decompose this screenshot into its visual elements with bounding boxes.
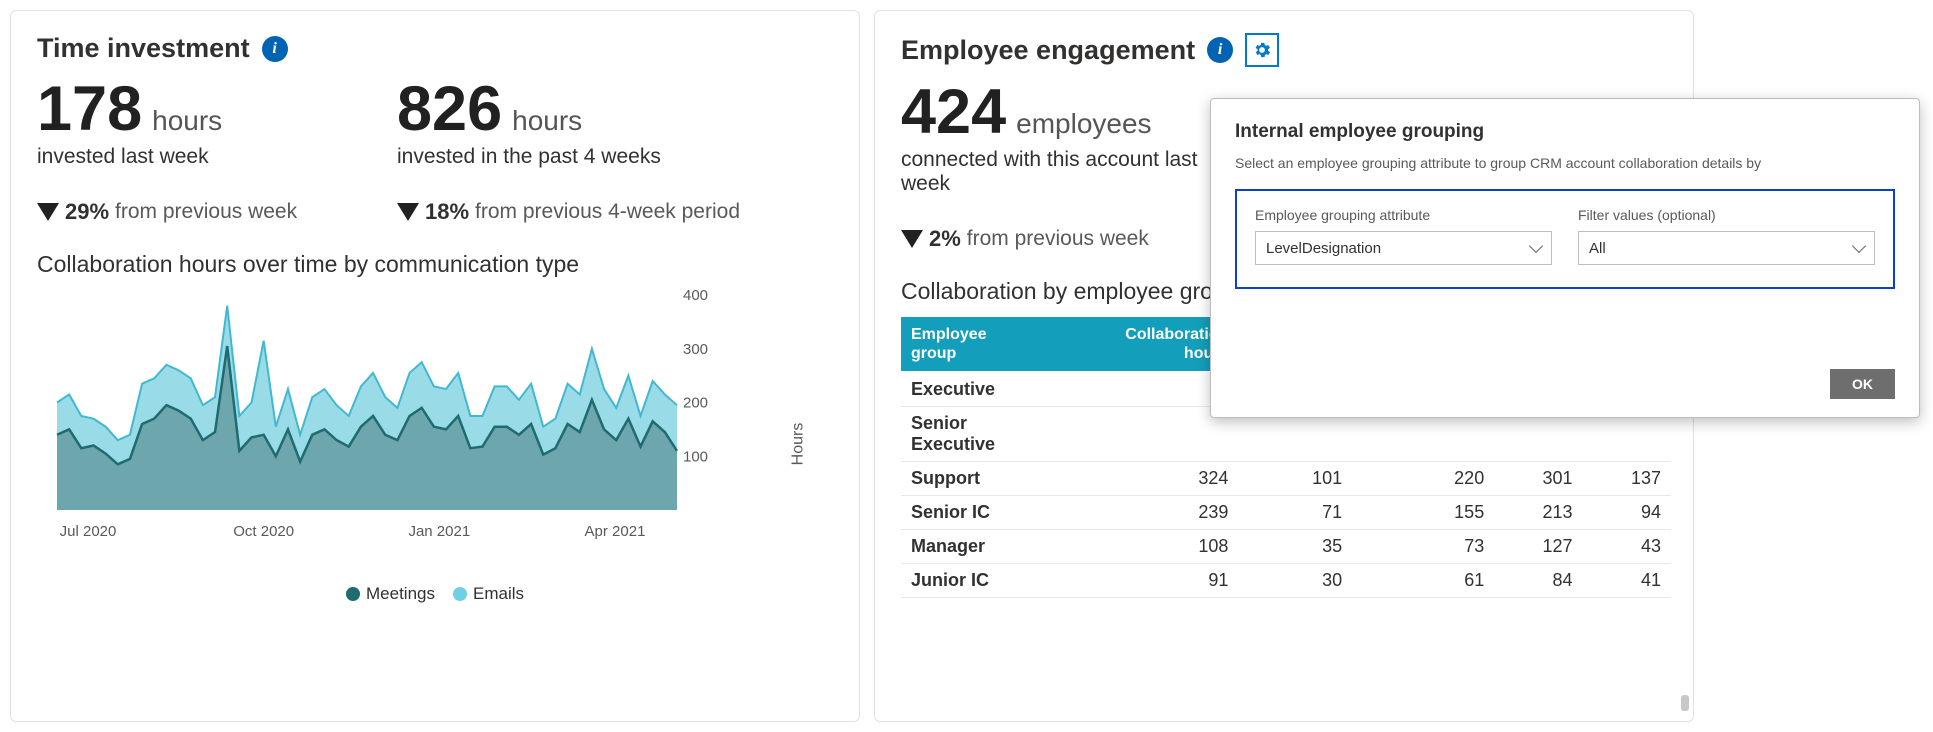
eng-metric-number: 424 xyxy=(901,81,1006,144)
svg-text:200: 200 xyxy=(683,395,708,412)
filter-label: Filter values (optional) xyxy=(1578,207,1875,223)
cell-value: 30 xyxy=(1238,564,1352,598)
down-triangle-icon xyxy=(397,203,419,221)
metric-hours-last-week: 178 hours invested last week xyxy=(37,78,337,169)
chart-title: Collaboration hours over time by communi… xyxy=(37,251,833,278)
cell-value: 137 xyxy=(1583,462,1671,496)
info-icon[interactable]: i xyxy=(262,36,288,62)
cell-value: 220 xyxy=(1352,462,1494,496)
eng-metric-subtitle: connected with this account last week xyxy=(901,148,1221,196)
popup-title: Internal employee grouping xyxy=(1235,121,1895,143)
th-employee-group[interactable]: Employeegroup xyxy=(901,317,1021,372)
cell-value: 127 xyxy=(1494,530,1582,564)
attr-select-value: LevelDesignation xyxy=(1266,240,1381,257)
svg-text:Apr 2021: Apr 2021 xyxy=(585,523,646,540)
svg-text:Jan 2021: Jan 2021 xyxy=(408,523,470,540)
svg-text:400: 400 xyxy=(683,290,708,304)
cell-value xyxy=(1021,372,1238,407)
down-triangle-icon xyxy=(901,230,923,248)
svg-text:100: 100 xyxy=(683,448,708,465)
cell-value: 91 xyxy=(1021,564,1238,598)
attr-label: Employee grouping attribute xyxy=(1255,207,1552,223)
cell-group: Executive xyxy=(901,372,1021,407)
collab-hours-chart: 100 200 300 400 Jul 2020 Oct 2020 Jan 2021 Apr … xyxy=(37,290,807,580)
attr-select[interactable]: LevelDesignation xyxy=(1255,231,1552,265)
legend-meetings[interactable]: Meetings xyxy=(346,584,435,604)
chart-legend: Meetings Emails xyxy=(37,584,833,604)
legend-meetings-label: Meetings xyxy=(366,584,435,604)
metric2-unit: hours xyxy=(512,105,582,137)
eng-card-header: Employee engagement i xyxy=(901,33,1667,67)
cell-value: 84 xyxy=(1494,564,1582,598)
time-investment-card: Time investment i 178 hours invested las… xyxy=(10,10,860,722)
legend-emails-label: Emails xyxy=(473,584,524,604)
cell-value: 73 xyxy=(1352,530,1494,564)
delta2-pct: 18% xyxy=(425,199,469,225)
delta-previous-4week: 18% from previous 4-week period xyxy=(397,199,740,225)
cell-group: Junior IC xyxy=(901,564,1021,598)
cell-group: Support xyxy=(901,462,1021,496)
cell-value: 61 xyxy=(1352,564,1494,598)
gear-icon xyxy=(1252,40,1272,60)
cell-value: 239 xyxy=(1021,496,1238,530)
metric2-number: 826 xyxy=(397,78,502,141)
legend-dot-icon xyxy=(346,587,360,601)
metric1-subtitle: invested last week xyxy=(37,145,337,169)
table-row[interactable]: Manager108357312743 xyxy=(901,530,1671,564)
chart-svg: 100 200 300 400 Jul 2020 Oct 2020 Jan 2021 Apr … xyxy=(37,290,737,550)
filter-select-value: All xyxy=(1589,240,1606,257)
delta-previous-week: 29% from previous week xyxy=(37,199,337,225)
svg-text:Jul 2020: Jul 2020 xyxy=(60,523,117,540)
info-icon[interactable]: i xyxy=(1207,37,1233,63)
chevron-down-icon xyxy=(1852,239,1866,253)
cell-value: 213 xyxy=(1494,496,1582,530)
metric-hours-4weeks: 826 hours invested in the past 4 weeks xyxy=(397,78,697,169)
cell-value: 94 xyxy=(1583,496,1671,530)
popup-form: Employee grouping attribute LevelDesigna… xyxy=(1235,189,1895,289)
employee-grouping-popup: Internal employee grouping Select an emp… xyxy=(1210,98,1920,418)
filter-select[interactable]: All xyxy=(1578,231,1875,265)
popup-description: Select an employee grouping attribute to… xyxy=(1235,155,1895,171)
time-card-header: Time investment i xyxy=(37,33,833,64)
th-collab-hours[interactable]: Collaborationhours xyxy=(1021,317,1238,372)
eng-delta: 2% from previous week xyxy=(901,226,1201,252)
chart-y-axis-label: Hours xyxy=(790,423,808,466)
ok-button[interactable]: OK xyxy=(1830,369,1895,399)
time-card-title: Time investment xyxy=(37,33,250,64)
scrollbar-down-icon[interactable] xyxy=(1681,695,1689,711)
table-row[interactable]: Senior IC2397115521394 xyxy=(901,496,1671,530)
cell-value xyxy=(1021,407,1238,462)
cell-group: Senior Executive xyxy=(901,407,1021,462)
eng-card-title: Employee engagement xyxy=(901,35,1195,66)
cell-group: Senior IC xyxy=(901,496,1021,530)
delta2-label: from previous 4-week period xyxy=(475,200,740,224)
cell-value: 301 xyxy=(1494,462,1582,496)
cell-group: Manager xyxy=(901,530,1021,564)
cell-value: 35 xyxy=(1238,530,1352,564)
cell-value: 71 xyxy=(1238,496,1352,530)
table-row[interactable]: Junior IC9130618441 xyxy=(901,564,1671,598)
svg-text:300: 300 xyxy=(683,341,708,358)
delta1-pct: 29% xyxy=(65,199,109,225)
eng-delta-pct: 2% xyxy=(929,226,961,252)
cell-value: 101 xyxy=(1238,462,1352,496)
settings-button[interactable] xyxy=(1245,33,1279,67)
cell-value: 155 xyxy=(1352,496,1494,530)
cell-value: 324 xyxy=(1021,462,1238,496)
metric1-number: 178 xyxy=(37,78,142,141)
down-triangle-icon xyxy=(37,203,59,221)
svg-text:Oct 2020: Oct 2020 xyxy=(233,523,294,540)
legend-dot-icon xyxy=(453,587,467,601)
eng-metric-unit: employees xyxy=(1016,108,1151,140)
eng-delta-label: from previous week xyxy=(967,227,1149,251)
chevron-down-icon xyxy=(1529,239,1543,253)
metric1-unit: hours xyxy=(152,105,222,137)
cell-value: 43 xyxy=(1583,530,1671,564)
cell-value: 41 xyxy=(1583,564,1671,598)
metric2-subtitle: invested in the past 4 weeks xyxy=(397,145,697,169)
legend-emails[interactable]: Emails xyxy=(453,584,524,604)
cell-value: 108 xyxy=(1021,530,1238,564)
table-row[interactable]: Support324101220301137 xyxy=(901,462,1671,496)
delta1-label: from previous week xyxy=(115,200,297,224)
